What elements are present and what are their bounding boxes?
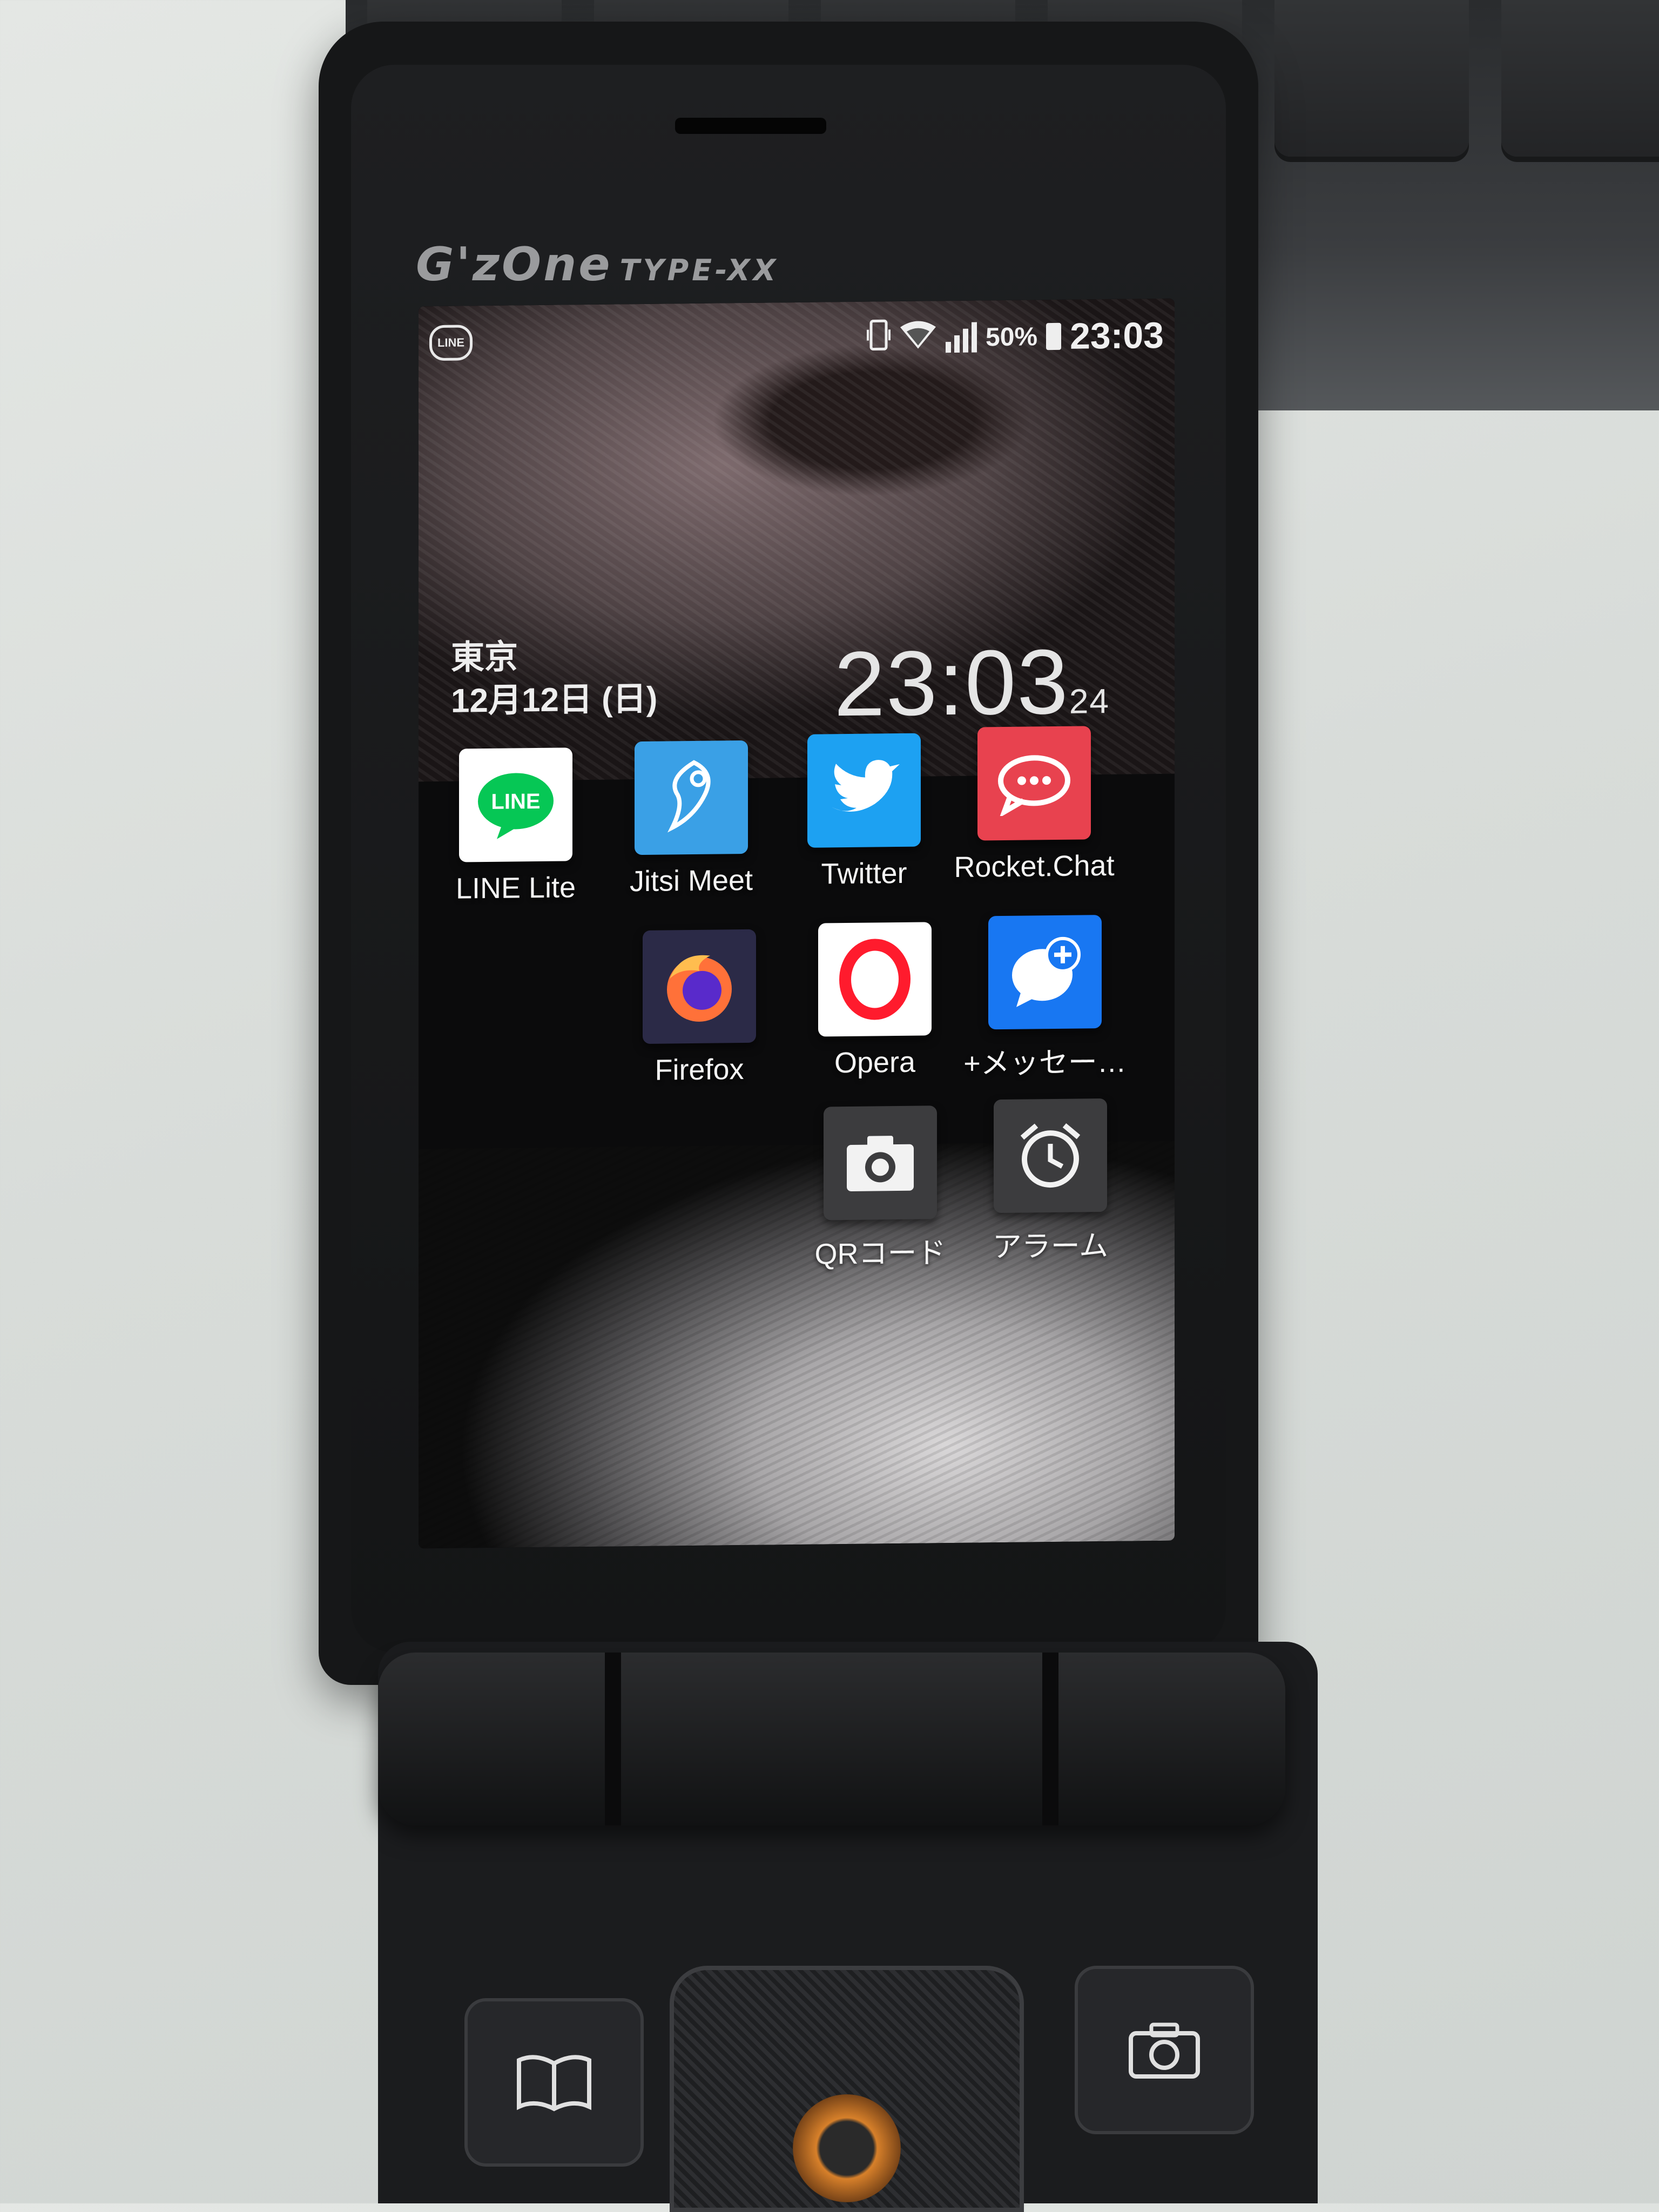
rocketchat-icon xyxy=(977,726,1091,841)
phonebook-key[interactable] xyxy=(464,1998,644,2167)
app-label: Twitter xyxy=(821,857,907,891)
clock-widget[interactable]: 東京 12月12日 (日) 23:0324 xyxy=(451,623,1142,736)
clock-time: 23:0324 xyxy=(834,630,1110,736)
camera-icon xyxy=(824,1105,937,1220)
plus-message-icon xyxy=(988,915,1102,1030)
home-screen[interactable]: LINE 50% 23:03 東京 12月12日 (日) 23:0324 LIN… xyxy=(419,298,1175,1549)
book-icon xyxy=(517,2055,591,2112)
camera-key[interactable] xyxy=(1075,1966,1254,2134)
jitsi-icon xyxy=(635,740,748,855)
camera-icon xyxy=(1129,2022,1200,2079)
clock-date: 12月12日 (日) xyxy=(451,680,658,720)
app-line-lite[interactable]: LINE LINE Lite xyxy=(451,747,581,906)
phone-hinge xyxy=(378,1653,1285,1825)
signal-strength-icon xyxy=(946,322,977,353)
app-plus-message[interactable]: +メッセー… xyxy=(963,915,1127,1082)
app-rocket-chat[interactable]: Rocket.Chat xyxy=(954,726,1115,884)
app-label: QRコード xyxy=(814,1237,946,1271)
opera-icon xyxy=(818,922,932,1037)
device-brand-logo: G'zOne TYPE-XX xyxy=(416,238,779,292)
app-label: Jitsi Meet xyxy=(629,864,753,898)
wifi-icon xyxy=(899,319,937,357)
clock-seconds: 24 xyxy=(1069,681,1110,721)
center-select-key[interactable] xyxy=(793,2094,901,2202)
line-notification-icon: LINE xyxy=(429,325,473,361)
app-alarm[interactable]: アラーム xyxy=(986,1098,1115,1266)
firefox-icon xyxy=(643,929,756,1044)
app-twitter[interactable]: Twitter xyxy=(799,733,929,891)
clock-city: 東京 xyxy=(451,638,518,677)
vibrate-icon xyxy=(867,319,891,358)
app-opera[interactable]: Opera xyxy=(810,922,940,1080)
directional-pad[interactable] xyxy=(670,1966,1024,2212)
app-label: Firefox xyxy=(655,1053,744,1087)
app-qr-code[interactable]: QRコード xyxy=(814,1105,946,1273)
svg-text:LINE: LINE xyxy=(491,790,540,814)
line-icon: LINE xyxy=(459,747,572,862)
status-bar-time: 23:03 xyxy=(1070,314,1164,357)
app-label: +メッセー… xyxy=(963,1046,1127,1080)
app-label: アラーム xyxy=(992,1229,1109,1264)
battery-percentage: 50% xyxy=(986,322,1038,352)
app-firefox[interactable]: Firefox xyxy=(635,929,764,1088)
status-bar[interactable]: LINE 50% 23:03 xyxy=(429,314,1164,365)
keypad xyxy=(410,1933,1285,2212)
alarm-clock-icon xyxy=(994,1098,1107,1213)
app-label: Opera xyxy=(834,1046,916,1080)
app-label: Rocket.Chat xyxy=(954,849,1115,884)
earpiece-speaker xyxy=(675,118,826,134)
twitter-bird-icon xyxy=(807,733,921,848)
app-jitsi-meet[interactable]: Jitsi Meet xyxy=(626,740,756,899)
app-label: LINE Lite xyxy=(455,871,576,905)
battery-icon xyxy=(1046,322,1062,350)
